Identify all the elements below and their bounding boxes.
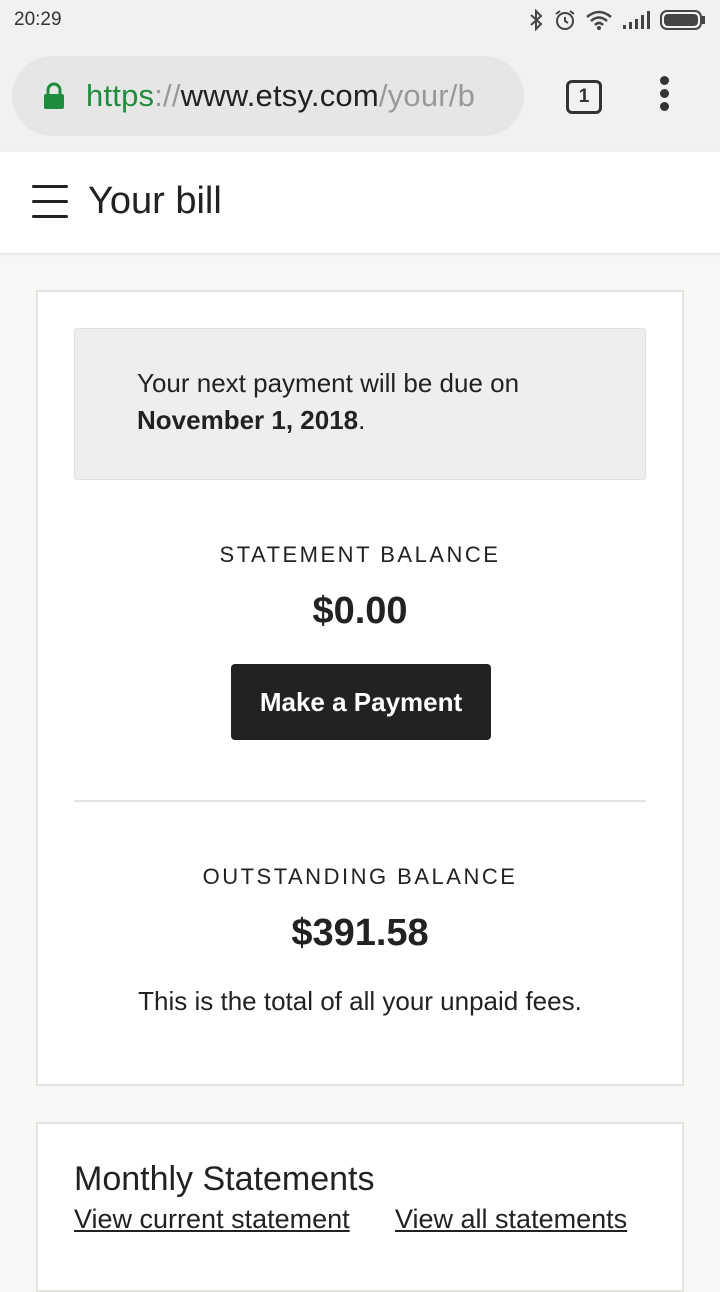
browser-menu-button[interactable] — [656, 76, 672, 116]
notice-text: Your next payment will be due on — [137, 368, 520, 398]
alarm-icon — [555, 10, 575, 30]
notice-suffix: . — [358, 405, 366, 435]
monthly-statements-card: Monthly Statements View current statemen… — [36, 1122, 684, 1292]
outstanding-balance-label: OUTSTANDING BALANCE — [202, 864, 518, 889]
app-header: Your bill — [0, 152, 720, 254]
bill-summary-card: Your next payment will be due on Novembe… — [36, 290, 684, 1086]
more-vert-dot — [659, 102, 669, 111]
status-time: 20:29 — [14, 9, 62, 30]
battery-icon — [660, 10, 705, 30]
lock-icon — [44, 82, 64, 109]
hamburger-line — [32, 185, 68, 188]
signal-icon — [623, 11, 650, 29]
due-date: November 1, 2018 — [137, 405, 359, 435]
hamburger-line — [32, 215, 68, 218]
url-bar[interactable]: https://www.etsy.com/your/b — [12, 56, 524, 136]
url-separator: :// — [154, 78, 181, 113]
monthly-statements-title: Monthly Statements — [74, 1160, 375, 1198]
more-vert-icon — [659, 76, 669, 85]
tab-switcher-button[interactable]: 1 — [566, 80, 602, 114]
divider — [74, 800, 646, 802]
statement-balance-amount: $0.00 — [312, 590, 408, 632]
outstanding-balance-description: This is the total of all your unpaid fee… — [138, 986, 582, 1016]
outstanding-balance-amount: $391.58 — [291, 912, 429, 954]
hamburger-menu-icon[interactable] — [32, 185, 68, 219]
view-all-statements-link[interactable]: View all statements — [395, 1204, 627, 1235]
page-title: Your bill — [88, 180, 222, 222]
view-current-statement-link[interactable]: View current statement — [74, 1204, 350, 1235]
browser-toolbar: https://www.etsy.com/your/b 1 — [0, 40, 720, 152]
wifi-icon — [586, 10, 612, 30]
hamburger-line — [32, 200, 68, 203]
url-path: /your/b — [378, 78, 476, 113]
tab-count: 1 — [578, 86, 590, 107]
url-scheme: https — [86, 78, 155, 113]
bluetooth-icon — [530, 9, 543, 31]
payment-due-notice: Your next payment will be due on Novembe… — [74, 328, 646, 480]
status-bar: 20:29 — [0, 0, 720, 40]
status-icons — [528, 9, 706, 31]
url-host: www.etsy.com — [180, 78, 379, 113]
url-text: https://www.etsy.com/your/b — [86, 78, 475, 114]
more-vert-dot — [659, 89, 669, 98]
statement-balance-label: STATEMENT BALANCE — [219, 542, 501, 567]
make-payment-button[interactable]: Make a Payment — [231, 664, 491, 740]
